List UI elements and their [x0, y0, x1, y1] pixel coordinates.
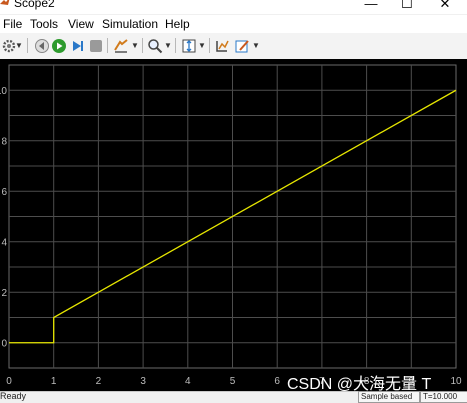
settings-dropdown-icon[interactable]: ▼ — [15, 41, 23, 50]
toolbar-separator — [142, 38, 143, 53]
sim-time-box: T=10.000 — [420, 391, 467, 403]
toolbar-separator — [107, 38, 108, 53]
stop-icon[interactable] — [87, 37, 104, 54]
menu-bar: File Tools View Simulation Help — [0, 15, 467, 33]
toolbar-separator — [175, 38, 176, 53]
minimize-button[interactable]: — — [356, 0, 386, 11]
x-tick-label: 0 — [6, 376, 12, 387]
highlight-dropdown-icon[interactable]: ▼ — [131, 41, 139, 50]
menu-tools[interactable]: Tools — [30, 17, 58, 31]
title-bar: Scope2 — ☐ ✕ — [0, 0, 467, 14]
autoscale-icon[interactable] — [180, 37, 197, 54]
scope-display[interactable]: 0123456789100246810 — [0, 59, 467, 391]
sample-mode-box: Sample based — [358, 391, 420, 403]
x-tick-label: 1 — [51, 376, 57, 387]
maximize-button[interactable]: ☐ — [392, 0, 422, 12]
x-tick-label: 6 — [274, 376, 280, 387]
y-tick-label: 6 — [1, 187, 7, 198]
x-tick-label: 2 — [96, 376, 102, 387]
x-tick-label: 5 — [230, 376, 236, 387]
menu-view[interactable]: View — [68, 17, 94, 31]
autoscale-dropdown-icon[interactable]: ▼ — [198, 41, 206, 50]
x-tick-label: 10 — [450, 376, 462, 387]
close-button[interactable]: ✕ — [430, 0, 460, 12]
toolbar: ▼ ▼ ▼ ▼ ▼ — [0, 33, 467, 60]
menu-file[interactable]: File — [3, 17, 22, 31]
back-step-icon[interactable] — [33, 37, 50, 54]
window-title: Scope2 — [14, 0, 55, 10]
step-forward-icon[interactable] — [68, 37, 85, 54]
matlab-app-icon — [0, 0, 10, 5]
x-tick-label: 3 — [140, 376, 146, 387]
y-tick-label: 10 — [0, 86, 7, 97]
properties-dropdown-icon[interactable]: ▼ — [252, 41, 260, 50]
zoom-dropdown-icon[interactable]: ▼ — [164, 41, 172, 50]
toolbar-separator — [209, 38, 210, 53]
y-tick-label: 8 — [1, 136, 7, 147]
zoom-icon[interactable] — [146, 37, 163, 54]
x-tick-label: 4 — [185, 376, 191, 387]
y-tick-label: 4 — [1, 237, 7, 248]
y-tick-label: 0 — [1, 338, 7, 349]
highlight-icon[interactable] — [112, 37, 129, 54]
menu-simulation[interactable]: Simulation — [102, 17, 158, 31]
menu-help[interactable]: Help — [165, 17, 190, 31]
toolbar-separator — [27, 38, 28, 53]
scope-plot[interactable]: 0123456789100246810 — [0, 59, 467, 391]
cursor-measure-icon[interactable] — [213, 37, 230, 54]
run-icon[interactable] — [50, 37, 67, 54]
properties-icon[interactable] — [233, 37, 250, 54]
y-tick-label: 2 — [1, 288, 7, 299]
